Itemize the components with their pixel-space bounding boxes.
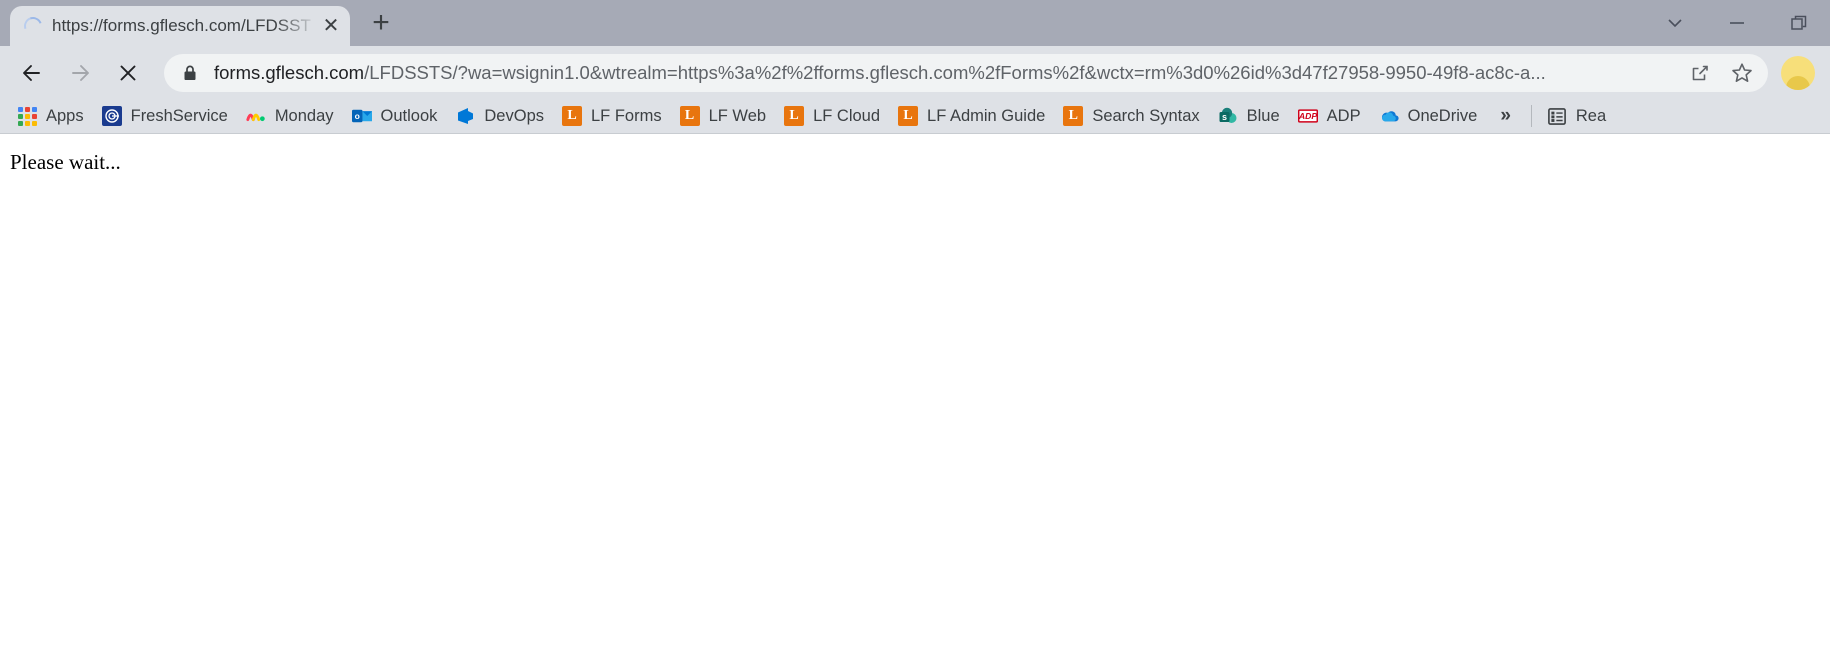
close-icon[interactable]: ✕ [318,13,344,39]
tab-search-chevron-icon[interactable] [1644,0,1706,46]
bookmark-freshservice[interactable]: FreshService [93,102,237,130]
laserfiche-icon: L [562,106,582,126]
bookmark-label: Monday [274,106,334,125]
bookmark-outlook[interactable]: o Outlook [343,102,447,130]
bookmark-label: DevOps [484,106,544,125]
bookmark-monday[interactable]: Monday [237,102,343,130]
bookmark-label: LF Cloud [813,106,881,125]
bookmark-label: Blue [1246,106,1280,125]
bookmark-lf-cloud[interactable]: L LF Cloud [775,102,889,130]
bookmark-label: OneDrive [1407,106,1478,125]
svg-text:o: o [354,111,359,121]
loading-spinner-icon [21,14,45,38]
reading-list-label: Rea [1575,106,1607,125]
url-text: forms.gflesch.com/LFDSSTS/?wa=wsignin1.0… [214,62,1678,84]
bookmark-lf-web[interactable]: L LF Web [671,102,775,130]
back-button[interactable] [10,51,54,95]
lock-icon [182,64,200,82]
apps-grid-icon [17,106,37,126]
adp-icon: ADP [1298,106,1318,126]
tab-strip: https://forms.gflesch.com/LFDSST ✕ + [0,0,1830,46]
bookmarks-divider [1530,105,1532,127]
bookmark-label: Apps [46,106,84,125]
bookmark-onedrive[interactable]: OneDrive [1370,102,1487,130]
azure-devops-icon [455,106,475,126]
laserfiche-icon: L [898,106,919,126]
bookmark-adp[interactable]: ADP ADP [1289,102,1370,130]
bookmark-devops[interactable]: DevOps [446,102,553,130]
bookmark-label: LF Admin Guide [927,106,1046,125]
new-tab-button[interactable]: + [360,6,402,46]
monday-icon [246,106,266,126]
bookmark-lf-forms[interactable]: L LF Forms [553,102,671,130]
onedrive-icon [1379,106,1399,126]
tab-title: https://forms.gflesch.com/LFDSST [52,16,311,35]
window-controls [1644,0,1830,46]
bookmark-search-syntax[interactable]: L Search Syntax [1054,102,1208,130]
bookmark-label: LF Web [708,106,767,125]
bookmark-apps[interactable]: Apps [8,102,93,130]
share-icon[interactable] [1680,53,1720,93]
page-body-text: Please wait... [10,150,121,174]
laserfiche-icon: L [1063,106,1084,126]
restore-icon[interactable] [1768,0,1830,46]
bookmarks-bar: Apps FreshService Monday o Outlook DevOp… [0,99,1830,134]
svg-text:s: s [1222,112,1227,122]
bookmark-label: ADP [1326,106,1361,125]
stop-loading-button[interactable] [106,51,150,95]
bookmark-label: Search Syntax [1092,106,1200,125]
url-host: forms.gflesch.com [214,61,365,83]
forward-button [58,51,102,95]
laserfiche-icon: L [679,106,700,126]
bookmark-label: FreshService [130,106,228,125]
sharepoint-icon: s [1218,106,1238,126]
url-path: /LFDSSTS/?wa=wsignin1.0&wtrealm=https%3a… [364,61,1546,83]
minimize-icon[interactable] [1706,0,1768,46]
page-content: Please wait... [0,134,1830,649]
browser-tab[interactable]: https://forms.gflesch.com/LFDSST ✕ [10,6,350,46]
bookmarks-overflow-button[interactable]: » [1486,105,1525,127]
outlook-icon: o [351,106,372,126]
reading-list-icon [1547,106,1567,126]
reading-list-button[interactable]: Rea [1538,102,1615,130]
freshservice-icon [101,106,122,126]
svg-text:ADP: ADP [1298,111,1317,121]
address-bar[interactable]: forms.gflesch.com/LFDSSTS/?wa=wsignin1.0… [164,53,1768,93]
bookmark-label: Outlook [380,106,438,125]
bookmark-label: LF Forms [591,106,662,125]
bookmark-blue[interactable]: s Blue [1209,102,1289,130]
star-icon[interactable] [1722,53,1762,93]
bookmark-lf-admin-guide[interactable]: L LF Admin Guide [889,102,1054,130]
profile-avatar[interactable] [1776,51,1820,95]
browser-toolbar: forms.gflesch.com/LFDSSTS/?wa=wsignin1.0… [0,46,1830,99]
laserfiche-icon: L [784,106,805,126]
